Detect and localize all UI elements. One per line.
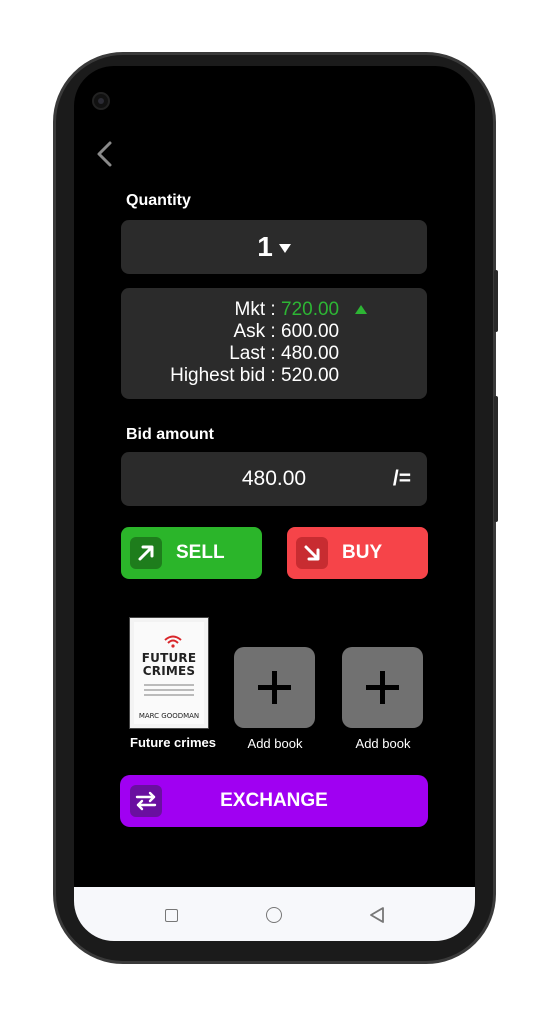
buy-label: BUY bbox=[342, 542, 383, 563]
book-caption-future-crimes: Future crimes bbox=[130, 735, 216, 750]
quantity-value: 1 bbox=[257, 231, 273, 262]
book-cover-art: FUTURE CRIMES MARC GOODMAN bbox=[134, 622, 204, 724]
arrow-down-right-icon bbox=[296, 537, 328, 569]
bid-amount-unit: /= bbox=[392, 467, 411, 490]
last-price-label: Last : bbox=[229, 343, 276, 364]
sell-label: SELL bbox=[176, 542, 225, 563]
price-quote-panel: Mkt : 720.00 Ask : 600.00 Last : 480.00 … bbox=[121, 288, 427, 399]
caret-down-icon bbox=[278, 244, 291, 253]
add-book-button-1[interactable] bbox=[234, 647, 315, 728]
highest-bid-row: Highest bid : 520.00 bbox=[170, 365, 343, 387]
highest-bid-value: 520.00 bbox=[281, 365, 340, 386]
book-cover-subtitle bbox=[144, 684, 194, 699]
home-circle-icon[interactable] bbox=[266, 907, 282, 923]
wifi-icon bbox=[164, 635, 182, 648]
market-price-label: Mkt : bbox=[234, 299, 276, 320]
add-book-button-2[interactable] bbox=[342, 647, 423, 728]
bid-amount-label: Bid amount bbox=[126, 426, 214, 443]
back-triangle-icon[interactable] bbox=[369, 906, 385, 924]
add-book-caption-1: Add book bbox=[247, 736, 303, 751]
exchange-button[interactable]: EXCHANGE bbox=[120, 775, 428, 827]
market-price-row: Mkt : 720.00 bbox=[235, 299, 343, 321]
buy-button[interactable]: BUY bbox=[287, 527, 428, 579]
sell-button[interactable]: SELL bbox=[121, 527, 262, 579]
add-book-caption-2: Add book bbox=[355, 736, 411, 751]
book-cover-title: FUTURE CRIMES bbox=[134, 652, 204, 678]
bid-amount-input[interactable]: 480.00 /= bbox=[121, 452, 427, 506]
book-cover-title-line2: CRIMES bbox=[142, 664, 196, 678]
back-chevron-icon[interactable] bbox=[94, 140, 118, 168]
highest-bid-label: Highest bid : bbox=[170, 365, 276, 386]
power-button bbox=[494, 270, 498, 332]
bid-amount-value: 480.00 bbox=[241, 467, 307, 490]
book-cover-author: MARC GOODMAN bbox=[138, 712, 200, 720]
recents-square-icon[interactable] bbox=[165, 909, 178, 922]
quantity-dropdown[interactable]: 1 bbox=[121, 220, 427, 274]
book-cover-future-crimes[interactable]: FUTURE CRIMES MARC GOODMAN bbox=[130, 618, 208, 728]
market-price-value: 720.00 bbox=[281, 299, 340, 320]
arrow-up-right-icon bbox=[130, 537, 162, 569]
exchange-label: EXCHANGE bbox=[220, 790, 328, 811]
ask-price-value: 600.00 bbox=[281, 321, 340, 342]
volume-button bbox=[494, 396, 498, 522]
ask-price-row: Ask : 600.00 bbox=[233, 321, 343, 343]
front-camera bbox=[92, 92, 110, 110]
last-price-row: Last : 480.00 bbox=[229, 343, 343, 365]
trend-up-icon bbox=[355, 305, 367, 314]
last-price-value: 480.00 bbox=[281, 343, 340, 364]
ask-price-label: Ask : bbox=[233, 321, 276, 342]
quantity-label: Quantity bbox=[126, 192, 191, 209]
